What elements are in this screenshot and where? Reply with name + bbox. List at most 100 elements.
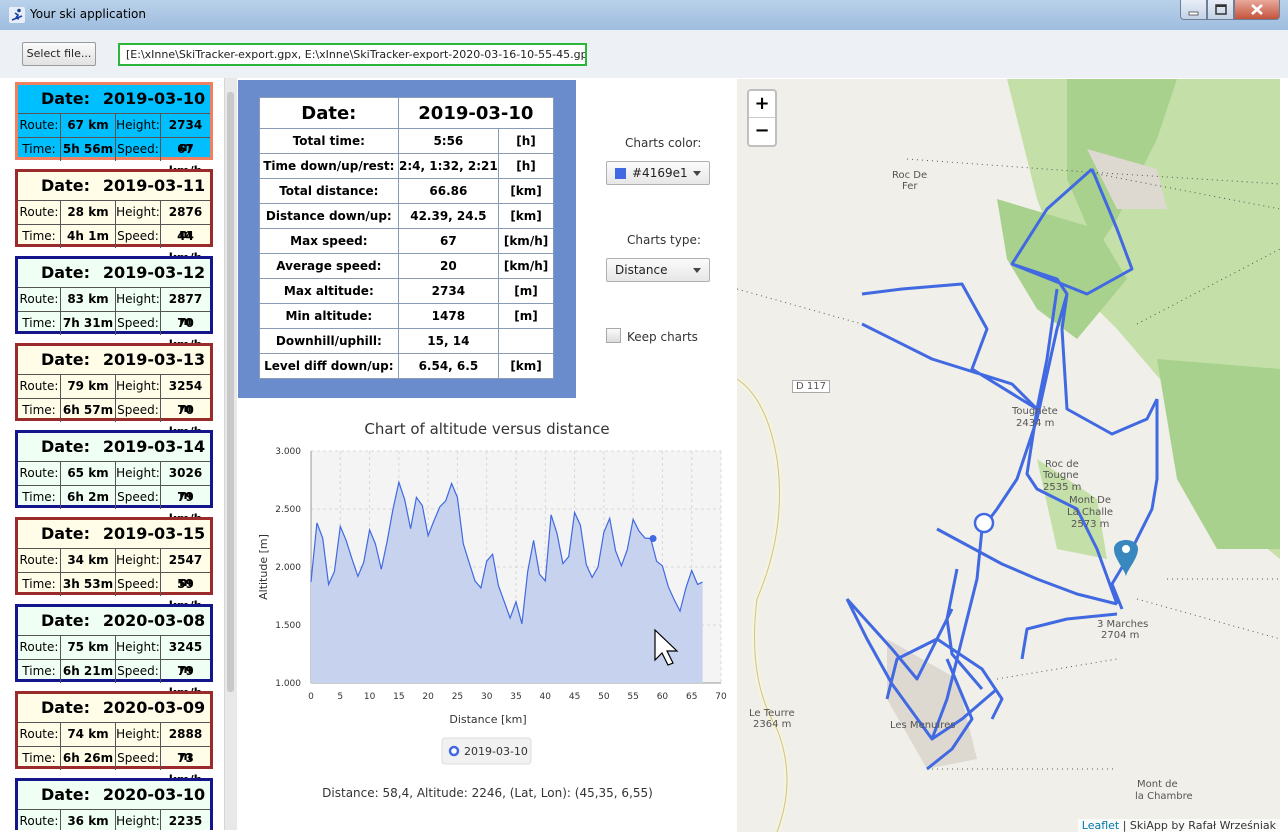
stats-value: 67: [397, 228, 500, 254]
y-axis-label: Altitude [m]: [257, 534, 270, 600]
zoom-in-button[interactable]: +: [749, 91, 775, 118]
altitude-chart[interactable]: 0 5 10 15 20 25 30 35 40 45 50 55 60 65 70 1.000 1.500 2.…: [238, 398, 737, 778]
y-tick-label: 2.000: [275, 563, 301, 573]
stats-unit: [498, 328, 554, 354]
day-date: 2020-03-10: [102, 785, 206, 804]
status-text: Distance: 58,4, Altitude: 2246, (Lat, Lo…: [322, 786, 653, 800]
keep-charts-checkbox[interactable]: [606, 328, 621, 343]
charts-type-dropdown[interactable]: Distance: [606, 258, 710, 282]
route-label: Route:: [18, 462, 61, 485]
close-icon: [1251, 4, 1263, 15]
day-height: 3245 m: [168, 640, 203, 676]
zoom-out-button[interactable]: −: [749, 118, 775, 144]
day-height: 2734 m: [168, 118, 203, 154]
day-card[interactable]: Date: 2019-03-14 Route: 65 km Height: 3026 mT…: [15, 430, 213, 526]
x-axis-label: Distance [km]: [449, 713, 526, 726]
x-tick-label: 60: [657, 692, 669, 702]
stats-value: 20: [397, 253, 500, 279]
skier-icon: [9, 7, 25, 23]
title-bar: Your ski application: [0, 0, 1288, 31]
close-button[interactable]: [1234, 0, 1280, 20]
legend-label: 2019-03-10: [464, 745, 528, 758]
map-label: Mont De: [1069, 495, 1112, 506]
date-label: Date:: [41, 89, 90, 108]
x-tick-label: 40: [540, 692, 552, 702]
stats-unit: [h]: [498, 153, 554, 179]
day-card[interactable]: Date: 2020-03-08 Route: 75 km Height: 3245 mT…: [15, 604, 213, 700]
y-tick-label: 1.500: [275, 621, 301, 631]
day-speed: 70 km/h: [169, 316, 202, 352]
ski-lift-line: [737, 288, 863, 325]
height-label: Height:: [116, 375, 161, 398]
day-time: 3h 53m: [61, 573, 116, 596]
ski-lift-line: [996, 658, 1118, 680]
day-card[interactable]: Date: 2019-03-12 Route: 83 km Height: 2877 mT…: [15, 256, 213, 352]
select-file-button[interactable]: Select file...: [22, 42, 96, 66]
day-card[interactable]: Date:2020-03-10Route:36 kmHeight:2235 mT…: [15, 778, 213, 830]
file-path-field[interactable]: [E:\xInne\SkiTracker-export.gpx, E:\xInn…: [118, 43, 587, 66]
day-date: 2019-03-11: [102, 176, 206, 195]
speed-label: Speed:: [116, 225, 161, 248]
chevron-down-icon: [693, 268, 701, 273]
map-zoom-control: + −: [747, 89, 777, 147]
stats-value: 2734: [397, 278, 500, 304]
map-pin-icon[interactable]: [1114, 540, 1138, 577]
time-label: Time:: [18, 573, 61, 596]
day-height: 2876 m: [168, 205, 203, 241]
forest-area: [1157, 359, 1280, 549]
maximize-button[interactable]: [1207, 0, 1234, 20]
time-label: Time:: [18, 225, 61, 248]
day-card-time-row: Time:6h 26mSpeed: 73 km/h: [18, 747, 210, 787]
height-label: Height:: [116, 114, 161, 137]
map-label: Mont de: [1137, 779, 1178, 790]
stats-row: Distance down/up: 42.39, 24.5 [km]: [259, 203, 554, 229]
day-card[interactable]: Date: 2019-03-11 Route: 28 km Height: 2876 mT…: [15, 169, 213, 265]
day-height: 2888 m: [168, 727, 203, 763]
x-tick-label: 55: [627, 692, 638, 702]
day-time: 6h 21m: [61, 660, 116, 683]
day-card[interactable]: Date: 2020-03-09 Route: 74 km Height: 2888 mT…: [15, 691, 213, 787]
x-tick-label: 45: [569, 692, 580, 702]
day-card-route-row: Route: 65 km Height: 3026 m: [18, 462, 210, 502]
chevron-down-icon: [693, 171, 701, 176]
map-label: Les Menuires: [890, 720, 956, 731]
stats-value: 42.39, 24.5: [397, 203, 500, 229]
day-card-date-row: Date: 2020-03-10: [18, 781, 210, 810]
day-card[interactable]: Date: 2019-03-13 Route: 79 km Height: 3254 mT…: [15, 343, 213, 439]
speed-label: Speed:: [116, 312, 161, 335]
leaflet-link[interactable]: Leaflet: [1082, 819, 1119, 832]
height-label: Height:: [116, 723, 161, 746]
stats-label: Average speed:: [259, 253, 399, 279]
day-time: 6h 26m: [61, 747, 116, 770]
day-speed: 59 km/h: [169, 577, 202, 613]
stats-value: 66.86: [397, 178, 500, 204]
minimize-button[interactable]: [1180, 0, 1207, 20]
x-tick-label: 15: [393, 692, 404, 702]
charts-color-dropdown[interactable]: #4169e1: [606, 161, 710, 185]
map-canvas[interactable]: [737, 79, 1280, 832]
scrollbar-thumb[interactable]: [227, 92, 234, 692]
date-label: Date:: [41, 611, 90, 630]
day-card-route-row: Route: 34 km Height: 2547 m: [18, 549, 210, 589]
route-label: Route:: [18, 375, 61, 398]
date-label: Date:: [41, 524, 90, 543]
speed-label: Speed:: [116, 660, 161, 683]
stats-row: Downhill/uphill: 15, 14: [259, 328, 554, 354]
y-tick-label: 2.500: [275, 505, 301, 515]
day-card-time-row: Time:3h 53mSpeed: 59 km/h: [18, 573, 210, 613]
stats-unit: [km]: [498, 353, 554, 379]
x-tick-label: 5: [337, 692, 343, 702]
day-card[interactable]: Date: 2019-03-15 Route: 34 km Height: 2547 mT…: [15, 517, 213, 613]
date-label: Date:: [41, 785, 90, 804]
map-view[interactable]: Roc De Fer D 117 Tougnète 2434 m Roc de Tougne…: [737, 79, 1280, 832]
day-card[interactable]: Date: 2019-03-10 Route: 67 km Height: 2734 mT…: [15, 82, 213, 178]
stats-header-label: Date:: [259, 97, 399, 129]
stats-row: Total distance: 66.86 [km]: [259, 178, 554, 204]
height-label: Height:: [116, 636, 161, 659]
day-speed: 44 km/h: [169, 229, 202, 265]
day-card-date-row: Date: 2019-03-12: [18, 259, 210, 288]
day-list: Date: 2019-03-10 Route: 67 km Height: 2734 mT…: [12, 78, 224, 830]
day-list-scrollbar[interactable]: [224, 78, 237, 830]
stats-row: Min altitude: 1478 [m]: [259, 303, 554, 329]
altitude-chart-area: 0 5 10 15 20 25 30 35 40 45 50 55 60 65 70 1.000 1.500 2.…: [238, 398, 737, 830]
